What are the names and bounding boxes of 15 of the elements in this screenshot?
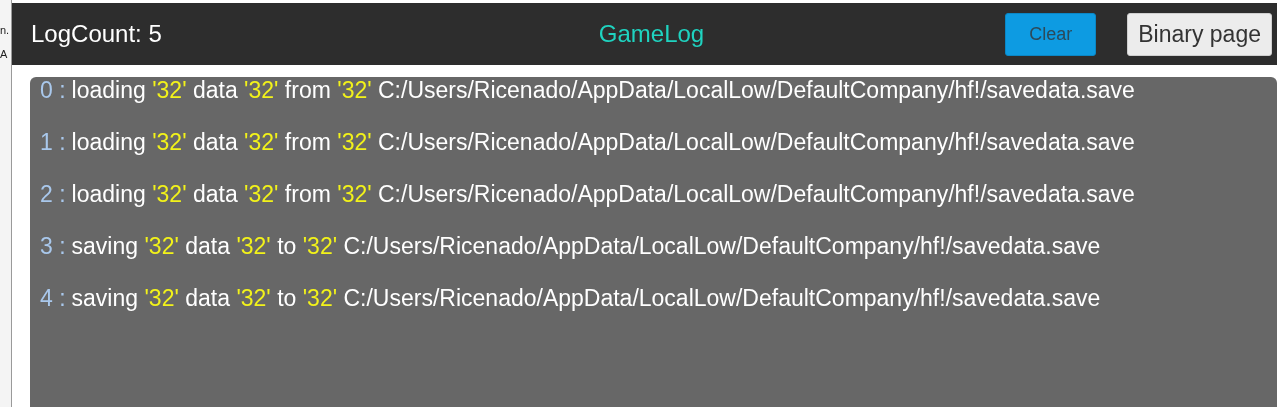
log-message: saving '32' data '32' to '32' C:/Users/Ricenado/AppData/LocalLow/DefaultCompany/hf!/savedata.save <box>71 286 1101 310</box>
page-title: GameLog <box>598 20 705 48</box>
log-message: loading '32' data '32' from '32' C:/Users/Ricenado/AppData/LocalLow/DefaultCompany/hf!/savedata.save <box>71 182 1135 206</box>
log-index: 3 : <box>40 234 66 258</box>
log-index: 2 : <box>40 182 66 206</box>
log-message: loading '32' data '32' from '32' C:/Users/Ricenado/AppData/LocalLow/DefaultCompany/hf!/savedata.save <box>71 130 1135 154</box>
page-button[interactable]: Binary page <box>1127 12 1272 56</box>
log-count: LogCount: 5 <box>31 20 163 48</box>
log-message: loading '32' data '32' from '32' C:/Users/Ricenado/AppData/LocalLow/DefaultCompany/hf!/savedata.save <box>71 78 1135 102</box>
side-window-text: A <box>0 48 9 60</box>
side-window-text: n. <box>0 24 11 36</box>
log-index: 0 : <box>40 78 66 102</box>
log-message: saving '32' data '32' to '32' C:/Users/Ricenado/AppData/LocalLow/DefaultCompany/hf!/savedata.save <box>71 234 1101 258</box>
log-index: 1 : <box>40 130 66 154</box>
log-index: 4 : <box>40 286 66 310</box>
